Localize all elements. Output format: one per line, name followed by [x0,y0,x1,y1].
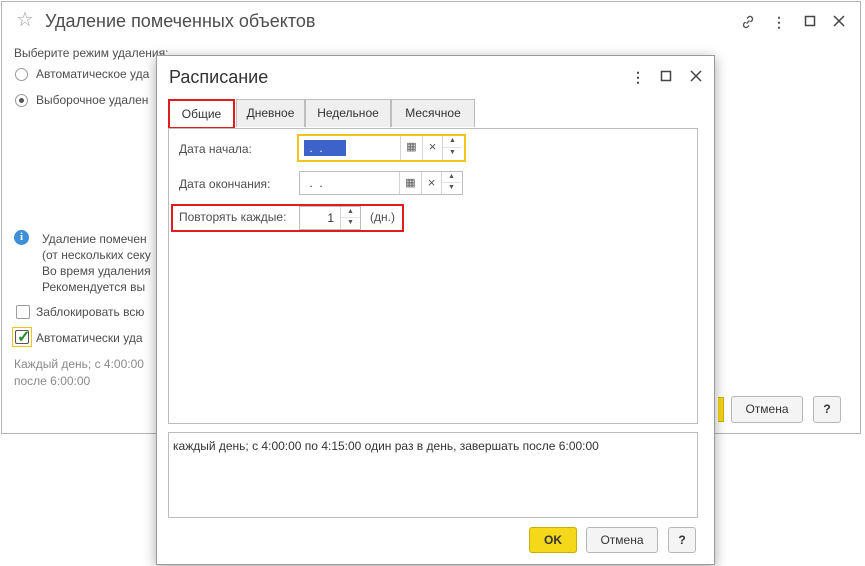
dialog-title: Расписание [169,67,269,87]
end-calendar-icon[interactable]: ▦ [399,172,421,194]
favorite-star-icon[interactable]: ☆ [16,10,34,30]
schedule-summary-line-2[interactable]: после 6:00:00 [14,374,90,388]
link-icon[interactable] [740,14,756,33]
checkmark-icon: ✓ [17,329,31,346]
background-ok-button-edge[interactable] [718,397,724,422]
end-spin-up-icon[interactable]: ▲ [442,172,461,183]
more-menu-icon[interactable]: ⋮ [772,14,786,30]
background-window-header: ☆ Удаление помеченных объектов ⋮ [2,2,860,42]
repeat-label: Повторять каждые: [179,210,287,224]
repeat-value[interactable]: 1 [327,210,334,226]
schedule-summary-line-1[interactable]: Каждый день; с 4:00:00 [14,357,144,371]
background-cancel-button[interactable]: Отмена [731,396,803,423]
lock-checkbox[interactable] [16,305,30,319]
schedule-summary-box: каждый день; с 4:00:00 по 4:15:00 один р… [168,432,698,518]
end-date-stepper[interactable]: ▲ ▼ [441,172,461,194]
dialog-maximize-icon[interactable] [660,69,672,85]
maximize-icon[interactable] [804,14,816,30]
ok-button[interactable]: OK [529,527,577,553]
info-line-4: Рекомендуется вы [42,280,146,294]
close-icon[interactable] [833,14,845,30]
info-icon: i [14,230,29,245]
schedule-dialog: Расписание ⋮ Общие Дневное Недельное Мес… [156,55,715,565]
end-date-field[interactable]: . . ▦ × ▲ ▼ [299,171,463,195]
tab-weekly[interactable]: Недельное [305,99,391,127]
radio-selective-delete[interactable] [15,94,28,107]
start-date-value[interactable]: . . [304,140,346,156]
spin-up-icon[interactable]: ▲ [443,136,462,148]
auto-delete-checkbox[interactable]: ✓ [15,329,31,346]
repeat-spin-up-icon[interactable]: ▲ [341,207,360,218]
spin-down-icon[interactable]: ▼ [443,148,462,160]
radio-auto-delete-label[interactable]: Автоматическое уда [36,67,149,81]
cancel-button[interactable]: Отмена [586,527,658,553]
info-line-3: Во время удаления [42,264,151,278]
end-clear-icon[interactable]: × [421,172,441,194]
end-date-value[interactable]: . . [306,175,322,191]
radio-auto-delete[interactable] [15,68,28,81]
start-date-stepper[interactable]: ▲ ▼ [442,136,462,160]
calendar-icon[interactable]: ▦ [400,136,422,160]
tab-general[interactable]: Общие [168,99,235,129]
mode-label: Выберите режим удаления: [14,46,169,60]
repeat-unit: (дн.) [370,210,395,224]
tab-daily[interactable]: Дневное [236,99,305,127]
tab-panel-general: Дата начала: . . ▦ × ▲ ▼ Дата окончания:… [168,128,698,424]
schedule-summary-text: каждый день; с 4:00:00 по 4:15:00 один р… [173,439,599,453]
repeat-spin[interactable]: ▲ ▼ [340,207,360,229]
info-line-2: (от нескольких секу [42,248,151,262]
background-help-button[interactable]: ? [813,396,841,423]
dialog-more-menu-icon[interactable]: ⋮ [631,69,645,85]
help-button[interactable]: ? [668,527,696,553]
repeat-spin-down-icon[interactable]: ▼ [341,218,360,229]
auto-delete-checkbox-label[interactable]: Автоматически уда [36,331,143,345]
background-window-title: Удаление помеченных объектов [45,11,316,31]
start-date-label: Дата начала: [179,142,252,156]
radio-selective-delete-label[interactable]: Выборочное удален [36,93,148,107]
end-date-label: Дата окончания: [179,177,271,191]
start-date-field[interactable]: . . ▦ × ▲ ▼ [297,134,466,162]
info-line-1: Удаление помечен [42,232,147,246]
tab-monthly[interactable]: Месячное [391,99,475,127]
end-spin-down-icon[interactable]: ▼ [442,183,461,194]
lock-checkbox-label[interactable]: Заблокировать всю [36,305,144,319]
dialog-close-icon[interactable] [690,69,702,85]
clear-icon[interactable]: × [422,136,442,160]
repeat-stepper[interactable]: 1 ▲ ▼ [299,206,361,230]
